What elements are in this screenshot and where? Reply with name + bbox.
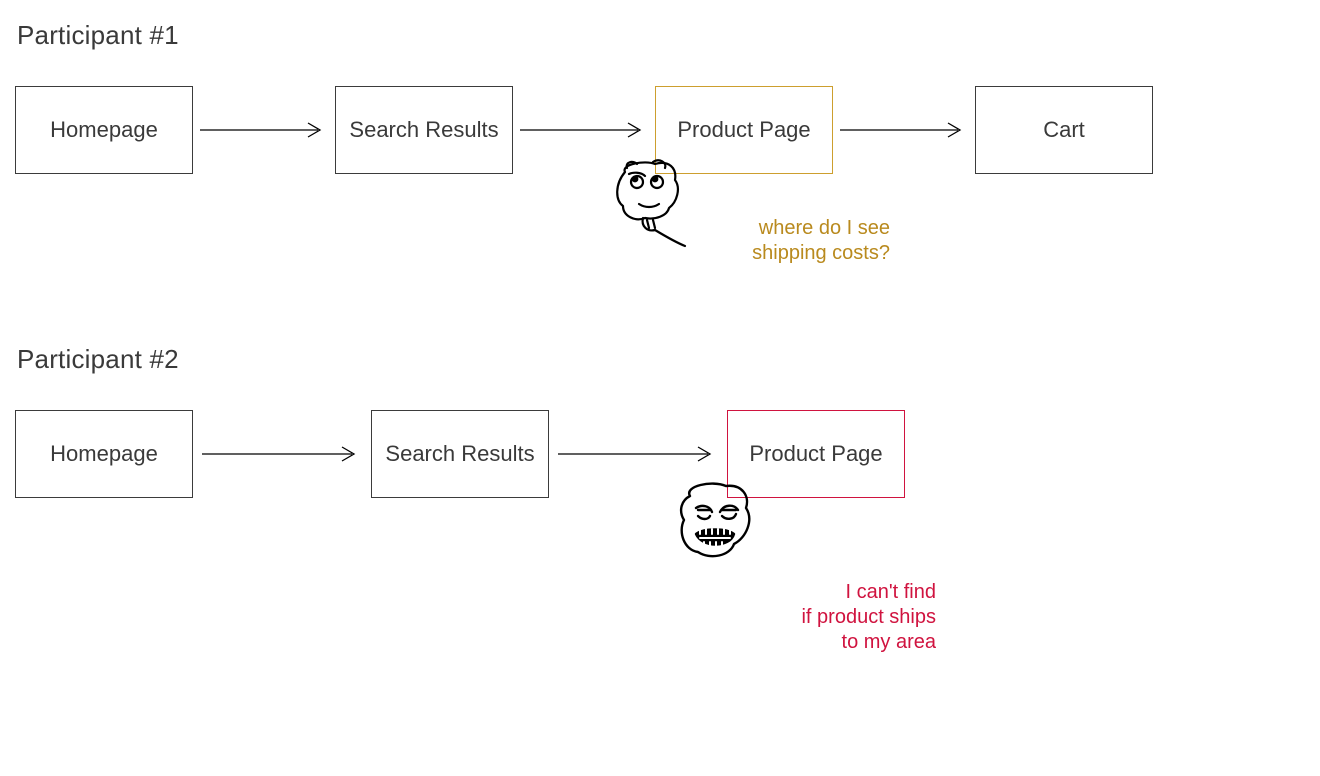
caption-line: where do I seeshipping costs? bbox=[752, 217, 890, 264]
flow-node-label: Homepage bbox=[50, 441, 158, 467]
flow-node-label: Search Results bbox=[349, 117, 498, 143]
flow-node-label: Search Results bbox=[385, 441, 534, 467]
frustrated-face-icon bbox=[668, 480, 763, 580]
reaction-caption: I can't findif product shipsto my area bbox=[740, 580, 936, 655]
caption-line: I can't findif product shipsto my area bbox=[801, 581, 936, 653]
flow-node: Homepage bbox=[15, 86, 193, 174]
reaction-caption: where do I seeshipping costs? bbox=[700, 216, 890, 266]
flow-node: Cart bbox=[975, 86, 1153, 174]
arrow-icon bbox=[202, 444, 362, 464]
arrow-icon bbox=[840, 120, 968, 140]
flow-node-label: Cart bbox=[1043, 117, 1085, 143]
flow-node-label: Product Page bbox=[749, 441, 882, 467]
confused-face-icon bbox=[603, 158, 688, 248]
flow-node: Search Results bbox=[371, 410, 549, 498]
flow-node-label: Homepage bbox=[50, 117, 158, 143]
flow-node-label: Product Page bbox=[677, 117, 810, 143]
arrow-icon bbox=[200, 120, 328, 140]
flow-node: Homepage bbox=[15, 410, 193, 498]
arrow-icon bbox=[520, 120, 648, 140]
diagram-canvas: Participant #1 Homepage Search Results P… bbox=[0, 0, 1320, 776]
arrow-icon bbox=[558, 444, 718, 464]
flow-node: Search Results bbox=[335, 86, 513, 174]
participant-2-title: Participant #2 bbox=[17, 344, 179, 375]
participant-1-title: Participant #1 bbox=[17, 20, 179, 51]
